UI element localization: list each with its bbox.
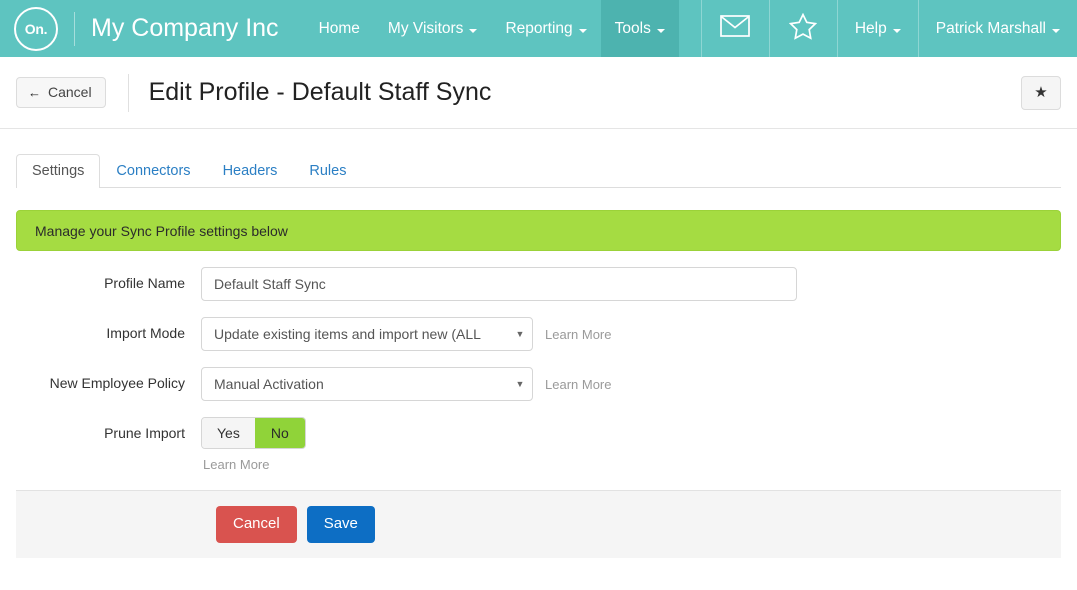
new-employee-policy-label: New Employee Policy [49, 375, 185, 391]
nav-items: Home My Visitors Reporting Tools [305, 0, 679, 57]
tabs-container: Settings Connectors Headers Rules [0, 150, 1077, 188]
form-row-profile-name: Profile Name [16, 267, 1061, 301]
form-row-new-employee-policy: New Employee Policy Manual Activation ▼ … [16, 367, 1061, 401]
form-row-import-mode: Import Mode Update existing items and im… [16, 317, 1061, 351]
form-row-prune-import: Prune Import Yes No Learn More [16, 417, 1061, 472]
nav-item-home[interactable]: Home [305, 0, 374, 57]
tab-connectors[interactable]: Connectors [100, 154, 206, 189]
prune-import-toggle[interactable]: Yes No [201, 417, 306, 449]
prune-import-no-button[interactable]: No [254, 418, 305, 448]
star-outline-icon [789, 12, 818, 45]
import-mode-learn-more-link[interactable]: Learn More [545, 327, 611, 342]
help-label: Help [854, 19, 887, 37]
chevron-down-icon [1052, 28, 1060, 33]
user-menu[interactable]: Patrick Marshall [917, 0, 1077, 57]
nav-item-reporting[interactable]: Reporting [491, 0, 600, 57]
top-navbar: On. My Company Inc Home My Visitors Repo… [0, 0, 1077, 57]
chevron-down-icon [578, 28, 587, 33]
help-menu[interactable]: Help [836, 0, 918, 57]
chevron-down-icon [656, 28, 665, 33]
profile-name-input[interactable] [201, 267, 797, 301]
header-divider [127, 73, 129, 112]
new-employee-policy-select[interactable]: Manual Activation ▼ [201, 367, 533, 401]
nav-item-home-label: Home [318, 19, 360, 37]
info-banner: Manage your Sync Profile settings below [16, 210, 1061, 251]
brand-block[interactable]: On. My Company Inc [0, 0, 279, 57]
info-banner-text: Manage your Sync Profile settings below [35, 222, 288, 239]
arrow-left-icon: ← [28, 84, 41, 100]
tab-rules[interactable]: Rules [293, 154, 362, 189]
tab-headers[interactable]: Headers [207, 154, 294, 189]
new-employee-policy-line: Manual Activation ▼ Learn More [201, 367, 611, 401]
favorites-button[interactable] [768, 0, 837, 57]
profile-name-line [201, 267, 797, 301]
tab-settings-label: Settings [32, 162, 85, 179]
cancel-button[interactable]: Cancel [216, 506, 297, 543]
nav-item-reporting-label: Reporting [505, 19, 573, 37]
prune-import-learn-more-link[interactable]: Learn More [203, 457, 269, 472]
brand-name: My Company Inc [91, 14, 279, 42]
page-header: ← Cancel Edit Profile - Default Staff Sy… [0, 57, 1077, 129]
page-title: Edit Profile - Default Staff Sync [148, 78, 492, 106]
envelope-icon [720, 15, 751, 42]
star-filled-icon: ★ [1034, 84, 1048, 101]
chevron-down-icon [469, 28, 478, 33]
messages-button[interactable] [700, 0, 769, 57]
tab-list: Settings Connectors Headers Rules [16, 150, 1061, 188]
new-employee-policy-learn-more-link[interactable]: Learn More [545, 377, 611, 392]
profile-name-control [201, 267, 797, 301]
form-actions-footer: Cancel Save [16, 490, 1061, 558]
header-cancel-label: Cancel [48, 84, 92, 100]
chevron-down-icon [892, 28, 901, 33]
tab-connectors-label: Connectors [116, 162, 191, 179]
brand-divider [74, 11, 75, 46]
prune-import-label: Prune Import [104, 425, 185, 441]
nav-item-my-visitors[interactable]: My Visitors [374, 0, 492, 57]
import-mode-value: Update existing items and import new (AL… [214, 326, 481, 342]
import-mode-control: Update existing items and import new (AL… [201, 317, 611, 351]
import-mode-line: Update existing items and import new (AL… [201, 317, 611, 351]
settings-form: Profile Name Import Mode Update existing… [0, 251, 1077, 472]
nav-right-group: Help Patrick Marshall [700, 0, 1077, 57]
prune-import-line: Yes No [201, 417, 306, 449]
new-employee-policy-value: Manual Activation [214, 376, 324, 392]
tab-headers-label: Headers [222, 162, 278, 179]
favorite-toggle-button[interactable]: ★ [1021, 75, 1061, 110]
save-button[interactable]: Save [306, 506, 375, 543]
company-logo-icon: On. [14, 6, 58, 51]
nav-item-my-visitors-label: My Visitors [387, 19, 464, 37]
user-name-label: Patrick Marshall [935, 19, 1046, 37]
import-mode-label: Import Mode [106, 325, 185, 341]
chevron-down-icon: ▼ [515, 328, 525, 339]
tab-rules-label: Rules [309, 162, 347, 179]
nav-item-tools-label: Tools [614, 19, 651, 37]
chevron-down-icon: ▼ [515, 378, 525, 389]
prune-import-control: Yes No Learn More [201, 417, 306, 472]
header-cancel-button[interactable]: ← Cancel [16, 77, 106, 108]
profile-name-label: Profile Name [104, 275, 185, 291]
import-mode-select[interactable]: Update existing items and import new (AL… [201, 317, 533, 351]
new-employee-policy-control: Manual Activation ▼ Learn More [201, 367, 611, 401]
nav-item-tools[interactable]: Tools [600, 0, 679, 57]
tab-settings[interactable]: Settings [16, 153, 101, 188]
prune-import-yes-button[interactable]: Yes [202, 418, 255, 448]
